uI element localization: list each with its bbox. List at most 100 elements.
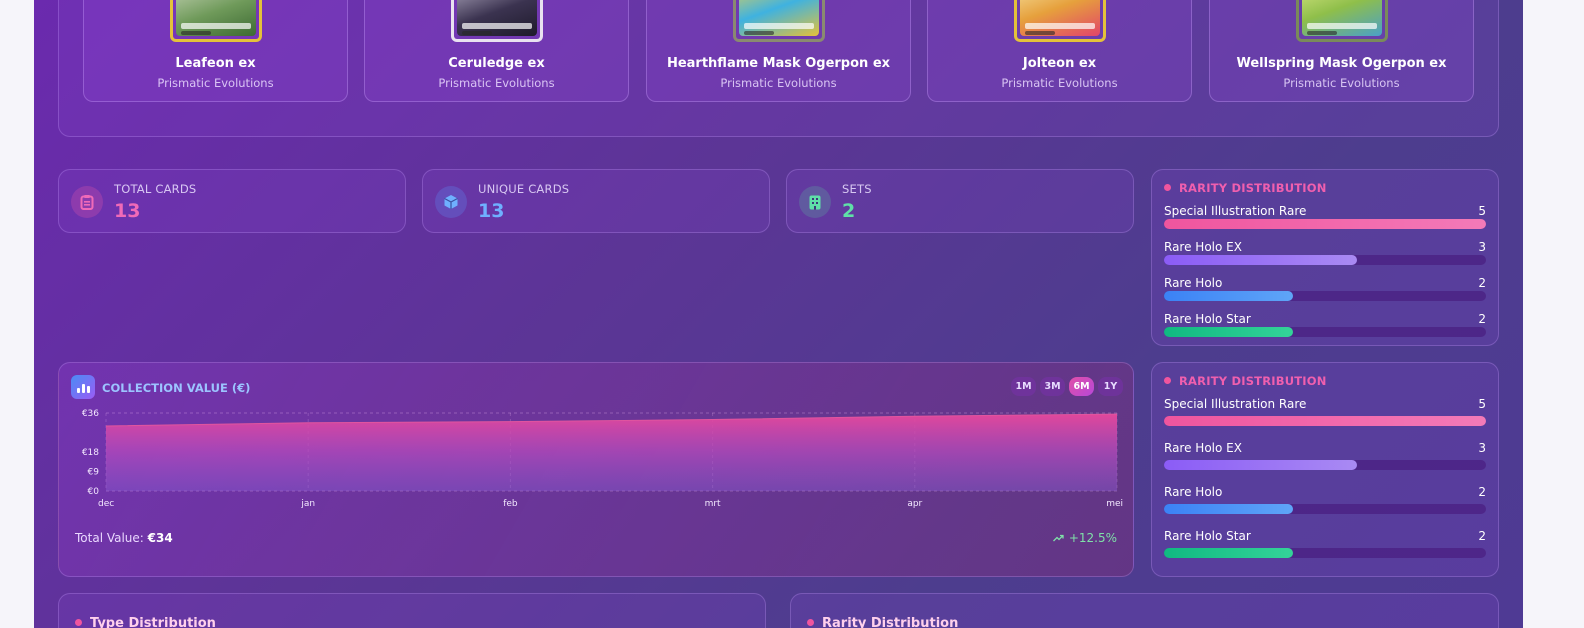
rarity-bar-fill <box>1164 291 1293 301</box>
range-6m-button[interactable]: 6M <box>1069 377 1094 396</box>
rarity-bar-fill <box>1164 504 1293 514</box>
card-tile[interactable]: Wellspring Mask Ogerpon ex Prismatic Evo… <box>1209 0 1474 102</box>
rarity-bar-track <box>1164 416 1486 426</box>
total-value-label: Total Value: <box>75 531 144 545</box>
rarity-name: Rare Holo <box>1164 276 1223 290</box>
recent-cards-panel: Leafeon ex Prismatic Evolutions Ceruledg… <box>58 0 1499 137</box>
rarity-bar-fill <box>1164 255 1358 265</box>
card-tile[interactable]: Hearthflame Mask Ogerpon ex Prismatic Ev… <box>646 0 911 102</box>
rarity-bar-fill <box>1164 219 1486 229</box>
rarity-bar-track <box>1164 219 1486 229</box>
rarity-name: Rare Holo Star <box>1164 529 1251 543</box>
total-value-amount: €34 <box>147 531 173 545</box>
stat-total-cards: TOTAL CARDS 13 <box>58 169 406 233</box>
dashboard: Leafeon ex Prismatic Evolutions Ceruledg… <box>34 0 1523 628</box>
collection-value-chart: €0 €9 €18 €36 dec jan feb mrt apr mei <box>82 409 1123 509</box>
y-tick-label: €9 <box>88 468 100 478</box>
y-tick-label: €36 <box>82 409 99 419</box>
rarity-row: Special Illustration Rare 5 <box>1164 397 1486 426</box>
rarity-panel: RARITY DISTRIBUTION Special Illustration… <box>1151 362 1499 577</box>
rarity-count: 5 <box>1478 397 1486 411</box>
rarity-distribution-panel: Rarity Distribution <box>790 593 1499 628</box>
card-set: Prismatic Evolutions <box>438 76 555 90</box>
rarity-count: 2 <box>1478 485 1486 499</box>
x-tick-label: jan <box>300 499 315 509</box>
rarity-panel-compact: RARITY DISTRIBUTION Special Illustration… <box>1151 169 1499 346</box>
value-area <box>106 414 1117 491</box>
rarity-row: Rare Holo EX 3 <box>1164 441 1486 470</box>
card-set: Prismatic Evolutions <box>1001 76 1118 90</box>
rarity-row: Rare Holo Star 2 <box>1164 312 1486 340</box>
card-set: Prismatic Evolutions <box>157 76 274 90</box>
rarity-count: 2 <box>1478 276 1486 290</box>
stat-sets: SETS 2 <box>786 169 1134 233</box>
rarity-name: Special Illustration Rare <box>1164 397 1307 411</box>
card-image <box>732 0 825 42</box>
cube-icon <box>435 186 467 218</box>
x-tick-label: feb <box>503 499 518 509</box>
rarity-row: Rare Holo Star 2 <box>1164 529 1486 558</box>
stat-unique-cards: UNIQUE CARDS 13 <box>422 169 770 233</box>
rarity-name: Rare Holo EX <box>1164 441 1242 455</box>
rarity-name: Rare Holo EX <box>1164 240 1242 254</box>
rarity-row: Rare Holo 2 <box>1164 485 1486 514</box>
building-icon <box>799 186 831 218</box>
range-1y-button[interactable]: 1Y <box>1098 377 1123 396</box>
rarity-count: 3 <box>1478 240 1486 254</box>
rarity-name: Rare Holo Star <box>1164 312 1251 326</box>
rarity-count: 2 <box>1478 312 1486 326</box>
rarity-name: Rare Holo <box>1164 485 1223 499</box>
clipboard-icon <box>71 186 103 218</box>
range-selector: 1M 3M 6M 1Y <box>1011 377 1123 396</box>
x-tick-label: dec <box>98 499 114 509</box>
rarity-distribution-title: Rarity Distribution <box>807 616 958 628</box>
stat-value: 2 <box>842 200 856 222</box>
card-image <box>1013 0 1106 42</box>
collection-value-panel: COLLECTION VALUE (€) 1M 3M 6M 1Y €0 €9 €18… <box>58 362 1134 577</box>
rarity-bar-fill <box>1164 460 1358 470</box>
range-1m-button[interactable]: 1M <box>1011 377 1036 396</box>
growth-indicator: +12.5% <box>1052 531 1117 545</box>
type-distribution-title: Type Distribution <box>75 616 216 628</box>
card-tile[interactable]: Leafeon ex Prismatic Evolutions <box>83 0 348 102</box>
x-tick-label: mrt <box>705 499 721 509</box>
rarity-bar-fill <box>1164 327 1293 337</box>
rarity-bar-track <box>1164 548 1486 558</box>
stat-value: 13 <box>478 200 505 222</box>
trending-up-icon <box>1052 534 1064 542</box>
rarity-bar-track <box>1164 327 1486 337</box>
rarity-bar-track <box>1164 255 1486 265</box>
rarity-bar-fill <box>1164 548 1293 558</box>
range-3m-button[interactable]: 3M <box>1040 377 1065 396</box>
growth-value: +12.5% <box>1068 531 1117 545</box>
card-image <box>169 0 262 42</box>
rarity-row: Rare Holo EX 3 <box>1164 240 1486 268</box>
rarity-title: RARITY DISTRIBUTION <box>1164 181 1327 195</box>
card-set: Prismatic Evolutions <box>1283 76 1400 90</box>
card-image <box>1295 0 1388 42</box>
card-image <box>450 0 543 42</box>
bar-chart-icon <box>71 375 95 399</box>
card-set: Prismatic Evolutions <box>720 76 837 90</box>
rarity-row: Special Illustration Rare 5 <box>1164 204 1486 232</box>
card-tile[interactable]: Jolteon ex Prismatic Evolutions <box>927 0 1192 102</box>
collection-value-title: COLLECTION VALUE (€) <box>102 381 251 395</box>
rarity-bar-track <box>1164 504 1486 514</box>
rarity-bar-track <box>1164 460 1486 470</box>
stat-label: TOTAL CARDS <box>114 182 197 196</box>
rarity-title: RARITY DISTRIBUTION <box>1164 374 1327 388</box>
rarity-count: 3 <box>1478 441 1486 455</box>
y-tick-label: €18 <box>82 448 99 458</box>
rarity-bar-fill <box>1164 416 1486 426</box>
stat-value: 13 <box>114 200 141 222</box>
rarity-count: 5 <box>1478 204 1486 218</box>
rarity-name: Special Illustration Rare <box>1164 204 1307 218</box>
card-name: Wellspring Mask Ogerpon ex <box>1236 56 1447 71</box>
stat-label: SETS <box>842 182 872 196</box>
card-tile[interactable]: Ceruledge ex Prismatic Evolutions <box>364 0 629 102</box>
rarity-count: 2 <box>1478 529 1486 543</box>
card-name: Ceruledge ex <box>448 56 545 71</box>
stat-label: UNIQUE CARDS <box>478 182 570 196</box>
rarity-bar-track <box>1164 291 1486 301</box>
y-tick-label: €0 <box>88 487 100 497</box>
